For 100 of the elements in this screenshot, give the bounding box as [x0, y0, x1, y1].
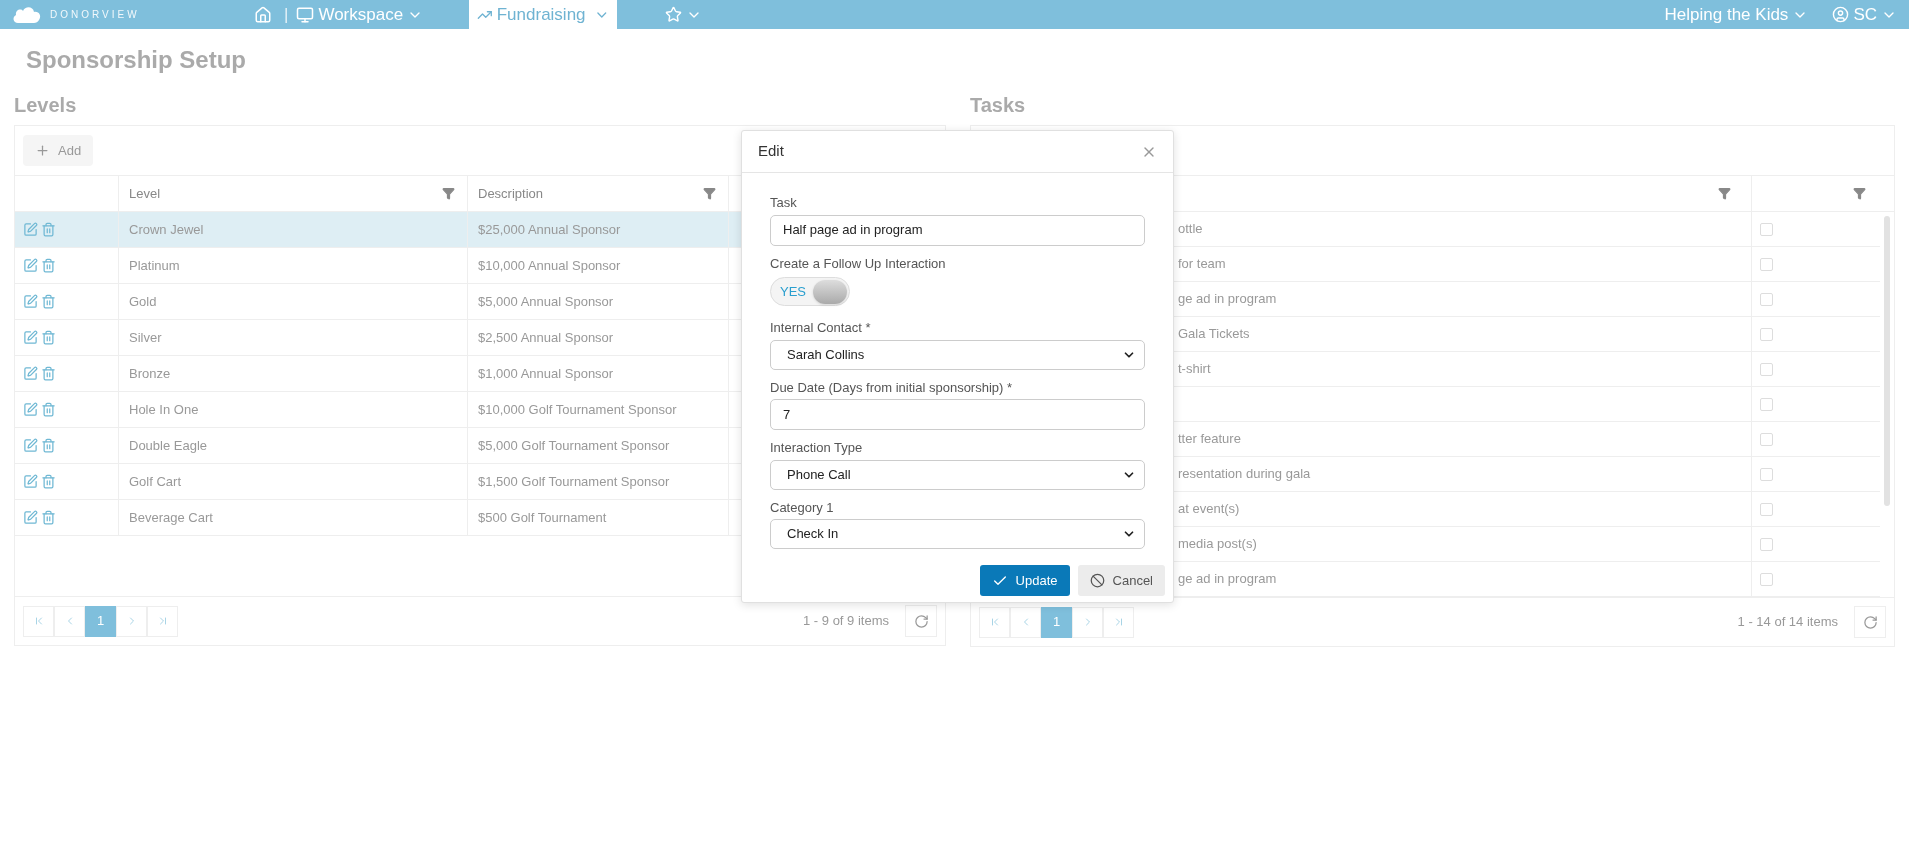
field-label: Interaction Type	[770, 439, 864, 457]
table-cell: $5,000 Annual Sponsor	[468, 284, 729, 319]
text-field[interactable]: 7	[770, 399, 1145, 430]
text-field[interactable]: Half page ad in program	[770, 214, 1145, 246]
filter-icon[interactable]	[1718, 187, 1731, 200]
ban-icon	[1089, 573, 1105, 588]
edit-icon[interactable]	[23, 330, 38, 345]
checkbox[interactable]	[1760, 537, 1773, 551]
table-cell: $10,000 Golf Tournament Sponsor	[468, 392, 729, 427]
toggle-switch[interactable]: YES	[770, 277, 850, 306]
table-cell-text: t-shirt	[1178, 360, 1211, 379]
edit-icon[interactable]	[23, 510, 38, 525]
trash-icon[interactable]	[41, 438, 56, 453]
checkbox[interactable]	[1760, 362, 1773, 376]
table-cell: Hole In One	[119, 392, 468, 427]
trash-icon[interactable]	[41, 510, 56, 525]
update-button[interactable]: Update	[979, 565, 1070, 596]
trash-icon[interactable]	[41, 330, 56, 345]
separator: |	[284, 3, 289, 26]
column-header[interactable]: Description	[468, 176, 729, 211]
last-page-button[interactable]	[147, 605, 178, 637]
checkbox[interactable]	[1760, 257, 1773, 271]
table-cell-text: at event(s)	[1178, 500, 1240, 519]
trash-icon[interactable]	[41, 258, 56, 273]
previous-page-button[interactable]	[1010, 606, 1041, 638]
table-cell-text: Gala Tickets	[1178, 325, 1250, 344]
checkbox[interactable]	[1760, 292, 1773, 306]
edit-icon[interactable]	[23, 402, 38, 417]
brand-name: DONORVIEW	[50, 8, 140, 22]
refresh-button[interactable]	[905, 605, 937, 637]
dialog-title: Edit	[758, 141, 784, 162]
edit-icon[interactable]	[23, 222, 38, 237]
trash-icon[interactable]	[41, 294, 56, 309]
table-cell-text: media post(s)	[1178, 535, 1257, 554]
add-button[interactable]: Add	[23, 135, 94, 166]
refresh-button[interactable]	[1854, 606, 1886, 638]
first-page-button[interactable]	[23, 605, 54, 637]
table-cell-text: ge ad in program	[1178, 570, 1277, 589]
checkbox[interactable]	[1760, 572, 1773, 586]
table-cell: $500 Golf Tournament	[468, 500, 729, 535]
scrollbar[interactable]	[1884, 216, 1890, 506]
trash-icon[interactable]	[41, 402, 56, 417]
previous-page-button[interactable]	[54, 605, 85, 637]
select-field[interactable]: Sarah Collins	[770, 339, 1145, 370]
column-header[interactable]: Level	[119, 176, 468, 211]
refresh-icon	[913, 613, 929, 629]
next-page-button[interactable]	[1072, 606, 1103, 638]
table-cell: $1,000 Annual Sponsor	[468, 356, 729, 391]
fundraising-tab[interactable]: Fundraising	[469, 0, 618, 29]
checkbox[interactable]	[1760, 222, 1773, 236]
table-cell: $25,000 Annual Sponsor	[468, 212, 729, 247]
cancel-button[interactable]: Cancel	[1077, 565, 1165, 596]
page-button[interactable]: 1	[1041, 606, 1072, 638]
filter-icon[interactable]	[442, 187, 455, 200]
field-label: Internal Contact *	[770, 319, 872, 337]
cloud-logo-icon	[12, 5, 42, 24]
table-cell-text: tter feature	[1178, 430, 1241, 449]
table-cell-text: for team	[1178, 255, 1226, 274]
page-button[interactable]: 1	[85, 605, 116, 637]
filter-icon[interactable]	[1853, 187, 1866, 200]
table-cell: Gold	[119, 284, 468, 319]
monitor-icon	[296, 5, 315, 24]
trash-icon[interactable]	[41, 222, 56, 237]
table-cell: Beverage Cart	[119, 500, 468, 535]
checkbox[interactable]	[1760, 467, 1773, 481]
trash-icon[interactable]	[41, 474, 56, 489]
table-cell: Silver	[119, 320, 468, 355]
table-cell: Crown Jewel	[119, 212, 468, 247]
checkbox[interactable]	[1760, 432, 1773, 446]
table-cell: Double Eagle	[119, 428, 468, 463]
refresh-icon	[1862, 614, 1878, 630]
edit-icon[interactable]	[23, 474, 38, 489]
filter-icon[interactable]	[703, 187, 716, 200]
select-field[interactable]: Check In	[770, 519, 1145, 549]
edit-icon[interactable]	[23, 294, 38, 309]
next-page-button[interactable]	[116, 605, 147, 637]
field-label: Task	[770, 194, 798, 212]
table-cell-text: ge ad in program	[1178, 290, 1277, 309]
checkbox[interactable]	[1760, 502, 1773, 516]
section-title: Tasks	[970, 93, 1027, 118]
workspace-menu[interactable]: | Workspace	[280, 0, 436, 29]
select-field[interactable]: Phone Call	[770, 459, 1145, 490]
table-cell: $1,500 Golf Tournament Sponsor	[468, 464, 729, 499]
first-page-button[interactable]	[979, 606, 1010, 638]
trash-icon[interactable]	[41, 366, 56, 381]
table-cell: $5,000 Golf Tournament Sponsor	[468, 428, 729, 463]
home-icon	[254, 5, 272, 24]
organization-menu[interactable]: Helping the Kids	[1664, 1, 1809, 28]
checkbox[interactable]	[1760, 327, 1773, 341]
user-icon	[1832, 6, 1850, 23]
user-menu[interactable]: SC	[1832, 1, 1897, 28]
edit-icon[interactable]	[23, 258, 38, 273]
checkbox[interactable]	[1760, 397, 1773, 411]
edit-icon[interactable]	[23, 438, 38, 453]
table-cell: $10,000 Annual Sponsor	[468, 248, 729, 283]
page-title: Sponsorship Setup	[26, 45, 247, 75]
edit-icon[interactable]	[23, 366, 38, 381]
field-label: Create a Follow Up Interaction	[770, 254, 947, 273]
table-cell: $2,500 Annual Sponsor	[468, 320, 729, 355]
last-page-button[interactable]	[1103, 606, 1134, 638]
